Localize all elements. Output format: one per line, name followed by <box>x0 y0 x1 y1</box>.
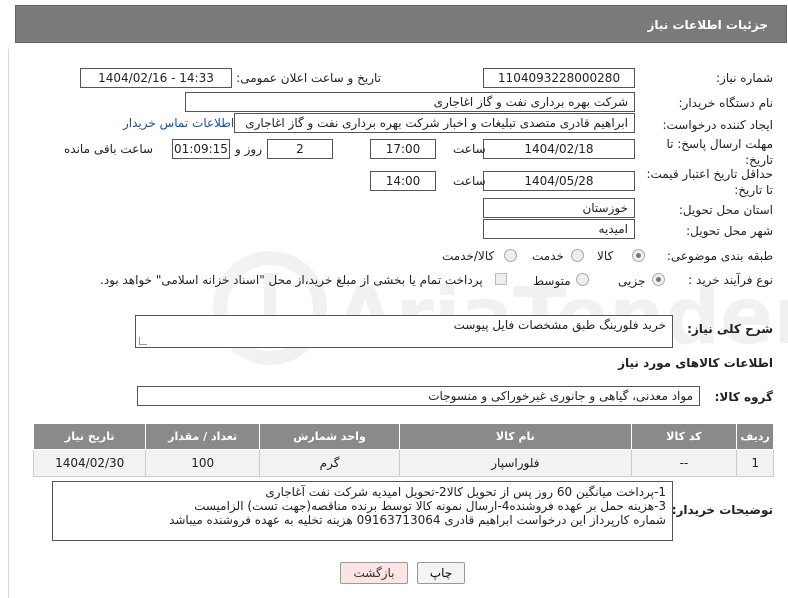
col-unit: واحد شمارش <box>258 423 401 450</box>
announce-label: تاریخ و ساعت اعلان عمومی: <box>236 71 381 85</box>
buyer-notes-label: توضیحات خریدار: <box>671 503 773 517</box>
cell-name: فلوراسپار <box>399 449 632 477</box>
cell-need-date: 1404/02/30 <box>32 449 147 477</box>
cell-unit: گرم <box>258 449 401 477</box>
buyer-notes-textarea[interactable]: 1-پرداخت میانگین 60 روز پس از تحویل کالا… <box>52 481 673 541</box>
price-validity-date-field[interactable]: 1404/05/28 <box>483 171 635 191</box>
buyer-notes-line-2: 3-هزینه حمل بر عهده فروشنده4-ارسال نمونه… <box>194 499 666 513</box>
page-header: جزئیات اطلاعات نیاز <box>15 5 787 43</box>
items-table: ردیف کد کالا نام کالا واحد شمارش تعداد /… <box>32 423 774 477</box>
buyer-contact-link[interactable]: اطلاعات تماس خریدار <box>123 116 234 130</box>
col-code: کد کالا <box>630 423 738 450</box>
category-goods-radio[interactable] <box>632 249 645 262</box>
creator-label: ایجاد کننده درخواست: <box>662 118 773 132</box>
category-goods-service-radio[interactable] <box>504 249 517 262</box>
category-goods-service-label: کالا/خدمت <box>442 249 495 263</box>
province-field[interactable]: خوزستان <box>483 198 635 218</box>
category-service-label: خدمت <box>532 249 564 263</box>
remaining-time-field[interactable]: 01:09:15 <box>172 139 230 159</box>
deadline-time-field[interactable]: 17:00 <box>370 139 436 159</box>
col-row: ردیف <box>736 423 774 450</box>
description-text: خرید فلورینگ طبق مشخصات فایل پیوست <box>453 318 666 332</box>
purchase-type-label: نوع فرآیند خرید : <box>688 273 773 287</box>
purchase-medium-label: متوسط <box>533 274 571 288</box>
category-service-radio[interactable] <box>571 249 584 262</box>
buyer-notes-line-3: شماره کارپرداز این درخواست ابراهیم قادری… <box>169 513 666 527</box>
deadline-label: مهلت ارسال پاسخ: تا تاریخ: <box>666 137 773 167</box>
col-need-date: تاریخ نیاز <box>32 423 147 450</box>
days-field[interactable]: 2 <box>267 139 333 159</box>
col-name: نام کالا <box>399 423 632 450</box>
need-number-field[interactable]: 1104093228000280 <box>483 68 635 88</box>
buyer-org-field[interactable]: شرکت بهره برداری نفت و گاز اغاجاری <box>185 92 635 112</box>
back-button[interactable]: بازگشت <box>340 562 408 584</box>
deadline-time-label: ساعت <box>453 142 486 156</box>
province-label: استان محل تحویل: <box>678 203 773 217</box>
creator-field[interactable]: ابراهیم قادری متصدی تبلیغات و اخبار شرکت… <box>234 113 635 133</box>
city-label: شهر محل تحویل: <box>686 224 773 238</box>
price-validity-time-label: ساعت <box>453 174 486 188</box>
treasury-payment-checkbox[interactable] <box>495 273 507 285</box>
category-goods-label: کالا <box>597 249 614 263</box>
deadline-date-field[interactable]: 1404/02/18 <box>483 139 635 159</box>
days-label: روز و <box>235 142 262 156</box>
description-textarea[interactable]: خرید فلورینگ طبق مشخصات فایل پیوست <box>135 315 673 348</box>
cell-quantity: 100 <box>145 449 260 477</box>
buyer-notes-line-1: 1-پرداخت میانگین 60 روز پس از تحویل کالا… <box>265 485 666 499</box>
table-row[interactable]: 1 -- فلوراسپار گرم 100 1404/02/30 <box>32 449 774 477</box>
page-title: جزئیات اطلاعات نیاز <box>647 18 768 32</box>
print-button[interactable]: چاپ <box>417 562 465 584</box>
goods-section-title: اطلاعات کالاهای مورد نیاز <box>618 356 773 370</box>
col-quantity: تعداد / مقدار <box>145 423 260 450</box>
need-number-label: شماره نیاز: <box>716 71 773 85</box>
purchase-minor-radio[interactable] <box>652 273 665 286</box>
goods-group-field[interactable]: مواد معدنی، گیاهی و جانوری غیرخوراکی و م… <box>137 386 700 406</box>
announce-field[interactable]: 1404/02/16 - 14:33 <box>80 68 232 88</box>
price-validity-label: حداقل تاریخ اعتبار قیمت: تا تاریخ: <box>646 167 773 197</box>
purchase-minor-label: جزیی <box>618 274 646 288</box>
cell-code: -- <box>630 449 738 477</box>
table-header-row: ردیف کد کالا نام کالا واحد شمارش تعداد /… <box>32 423 774 450</box>
purchase-medium-radio[interactable] <box>576 273 589 286</box>
description-label: شرح کلی نیاز: <box>687 322 773 336</box>
price-validity-time-field[interactable]: 14:00 <box>370 171 436 191</box>
goods-group-label: گروه کالا: <box>714 390 773 404</box>
cell-row: 1 <box>736 449 774 477</box>
buyer-org-label: نام دستگاه خریدار: <box>678 96 774 110</box>
resize-handle-icon[interactable] <box>139 337 147 345</box>
category-label: طبقه بندی موضوعی: <box>666 249 773 263</box>
city-field[interactable]: امیدیه <box>483 219 635 239</box>
treasury-payment-note: پرداخت تمام یا بخشی از مبلغ خرید،از محل … <box>100 273 483 287</box>
remaining-label: ساعت باقی مانده <box>64 142 154 156</box>
